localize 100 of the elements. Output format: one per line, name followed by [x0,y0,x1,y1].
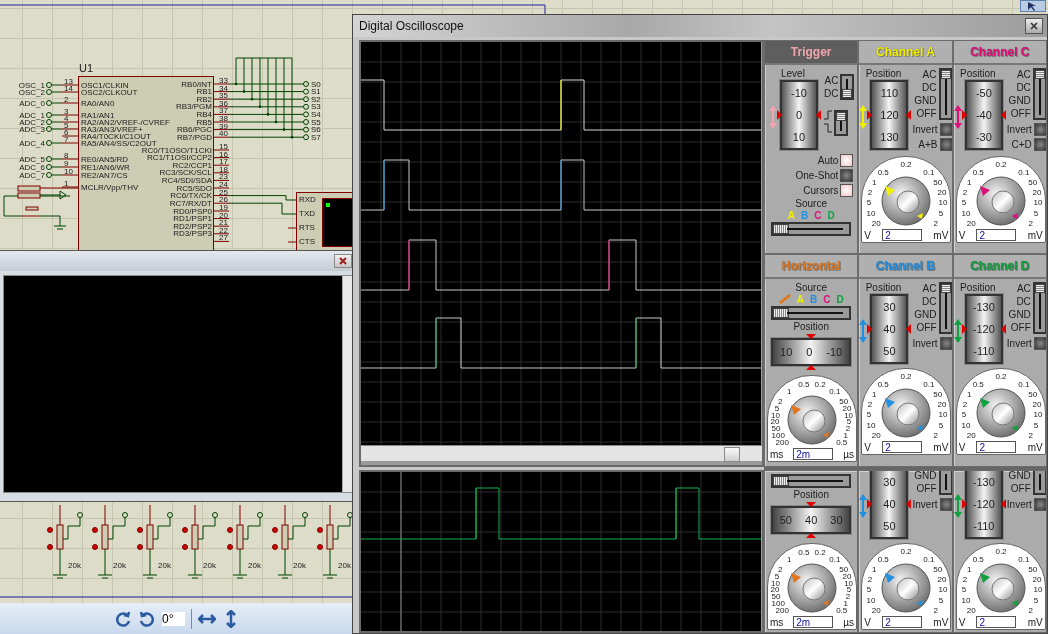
value-field[interactable]: 2 [882,440,923,453]
scale-label: -130 [972,300,995,313]
slider-thumb[interactable] [1034,283,1045,293]
coupling-slider[interactable] [840,74,855,100]
dial-label: 5 [774,571,780,581]
value-field[interactable]: 2 [882,616,923,628]
position-label: Position [960,68,996,80]
rotary-knob[interactable]: 0.5 0.2 0.1 1 2 5 10 20 50 20 10 5 2 [862,544,951,614]
position-scale[interactable]: 30 40 50 [870,471,909,539]
toggle-button[interactable] [1033,336,1046,350]
slider-thumb[interactable] [773,224,790,234]
pin-number: 36 [219,99,228,107]
unit-label: ms [770,617,784,629]
net-label: ADC_5 [19,155,45,163]
rotate-clockwise-icon[interactable] [114,609,132,628]
pin-name: RB3/PGM [176,103,212,111]
position-scale[interactable]: 30 40 50 [870,293,909,364]
coupling-slider[interactable] [938,471,952,495]
up-down-arrow-icon[interactable] [859,493,869,519]
slider-thumb[interactable] [940,70,951,79]
coupling-slider[interactable] [833,110,848,136]
coupling-slider[interactable] [1032,281,1046,334]
coupling-label: AC [824,74,839,87]
up-down-arrow-icon[interactable] [953,104,963,130]
pointer-icon [1011,424,1018,431]
dial-label: 5 [774,403,780,413]
source-slider[interactable] [771,305,852,320]
dial-label: 50 [771,423,781,433]
position-scale[interactable]: -130 -120 -110 [964,471,1003,539]
position-scale[interactable]: -130 -120 -110 [964,293,1003,364]
pin-name: RB1 [196,88,212,96]
pin-number: 6 [64,129,69,136]
up-down-arrow-icon[interactable] [767,104,778,130]
dial-label: 0.1 [1017,554,1029,564]
source-label: D [836,293,844,305]
rotary-knob[interactable]: 0.5 0.2 0.1 1 2 5 10 20 50 20 10 5 2 [862,157,951,227]
value-field[interactable]: 2 [976,616,1017,628]
slider-thumb[interactable] [842,89,853,98]
slider-thumb[interactable] [773,307,790,318]
toggle-button[interactable] [840,169,854,182]
scale-label: -120 [972,322,995,335]
pin-number: 26 [219,196,228,204]
toggle-button[interactable] [939,336,952,350]
close-button[interactable] [1025,18,1043,34]
rotary-knob[interactable]: 0.5 0.2 0.1 1 2 5 10 20 50 20 10 5 2 [956,157,1045,227]
toggle-button[interactable] [1033,138,1046,151]
dial-label: 20 [842,571,852,581]
position-scale[interactable]: 110 120 130 [870,80,909,150]
coupling-slider[interactable] [938,281,952,334]
toggle-button[interactable] [1033,498,1046,511]
slider-thumb[interactable] [835,112,846,121]
rotary-knob[interactable]: 0.5 0.2 0.1 1 2 5 10 20 50 20 10 5 2 [956,368,1045,439]
position-scale[interactable]: -50 -40 -30 [964,80,1003,150]
dial-label: 20 [966,218,976,227]
pin-number: 17 [219,158,228,166]
toggle-button[interactable] [939,123,952,136]
source-slider[interactable] [771,222,852,236]
pin-name: RA1/AN1 [81,111,115,119]
slider-thumb[interactable] [773,476,790,486]
rotary-knob[interactable]: 1 0.5 0.2 0.1 2 5 10 20 50 100 200 50 20 10 5 2 1 0.5 [768,544,856,614]
pin-number: 25 [219,188,228,196]
rotary-knob[interactable]: 0.5 0.2 0.1 1 2 5 10 20 50 20 10 5 2 [862,368,951,439]
net-label: S5 [311,118,321,126]
value-field[interactable]: 2m [793,616,834,628]
unit-label: V [958,230,966,242]
coupling-label: GND [1008,307,1031,321]
net-label: S6 [311,126,321,134]
dial-label: 0.5 [877,379,890,389]
toggle-button[interactable] [939,498,952,511]
toggle-button[interactable] [840,154,854,167]
panel-title: Horizontal [781,258,841,273]
position-scale[interactable]: -10 0 10 [779,80,818,150]
value-field[interactable]: 2 [976,229,1017,241]
dial-label: 50 [771,592,781,602]
rotary-knob[interactable]: 1 0.5 0.2 0.1 2 5 10 20 50 100 200 50 20 10 5 2 1 0.5 [768,375,856,446]
toggle-button[interactable] [939,138,952,151]
value-field[interactable]: 2m [793,447,834,460]
coupling-slider[interactable] [1032,471,1046,495]
dial-label: 0.2 [900,546,912,556]
value-field[interactable]: 2 [882,229,923,241]
rotate-counterclockwise-icon[interactable] [138,609,156,628]
pin-name: RA3/AN3/VREF+ [81,125,143,133]
up-down-arrow-icon[interactable] [953,317,963,344]
toggle-button[interactable] [840,184,854,197]
coupling-slider[interactable] [938,68,952,120]
coupling-label: GND [1008,471,1031,482]
slider-thumb[interactable] [940,283,951,293]
up-down-arrow-icon[interactable] [859,104,869,130]
source-slider[interactable] [771,474,852,488]
pin-number: 39 [219,122,228,130]
value-field[interactable]: 2 [976,440,1017,453]
close-button[interactable] [334,254,352,268]
toggle-button[interactable] [1033,123,1046,136]
up-down-arrow-icon[interactable] [859,317,869,344]
rotary-knob[interactable]: 0.5 0.2 0.1 1 2 5 10 20 50 20 10 5 2 [956,544,1045,614]
panel-title: Channel A [876,45,935,59]
coupling-slider[interactable] [1032,68,1046,120]
slider-thumb[interactable] [1034,70,1045,79]
angle-field[interactable]: 0° [162,611,185,626]
dial-label: 10 [770,410,780,419]
